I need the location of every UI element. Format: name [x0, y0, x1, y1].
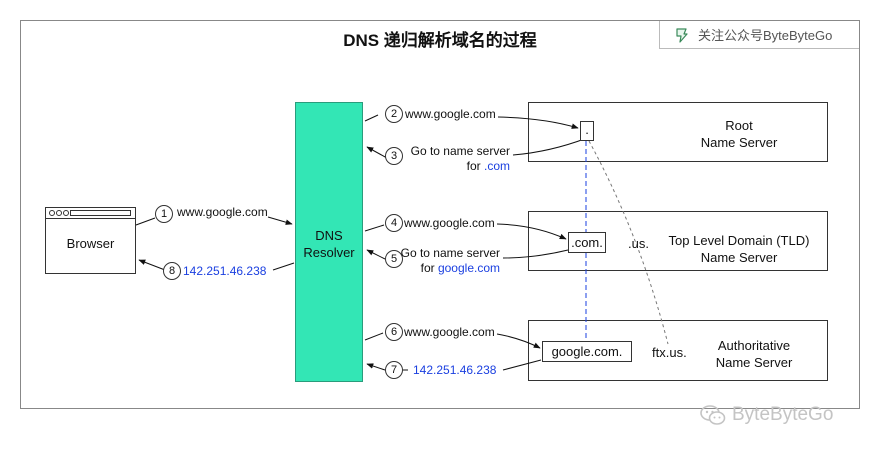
step-3-label-prefix: for — [466, 159, 484, 173]
google-zone-node: google.com. — [542, 341, 632, 362]
step-2-label: www.google.com — [405, 107, 496, 121]
arrow-step-4 — [496, 223, 567, 240]
arrow-step-8 — [138, 259, 166, 271]
step-5-label-domain: google.com — [437, 261, 500, 275]
arrow-step-6-tail — [364, 332, 384, 341]
step-5-label-prefix: for — [420, 261, 438, 275]
us-zone-node: .us. — [628, 236, 649, 251]
arrow-step-1-tip — [267, 216, 293, 225]
step-marker-7: 7 — [385, 361, 403, 379]
ftx-zone-node: ftx.us. — [652, 345, 687, 360]
com-zone-node: .com. — [568, 232, 606, 253]
step-5-label: Go to name server for google.com — [380, 246, 500, 276]
step-5-label-line2: for google.com — [380, 261, 500, 276]
arrow-step-2 — [497, 116, 579, 129]
arrow-step-6 — [496, 333, 541, 349]
arrow-step-4-tail — [364, 224, 385, 232]
arrow-step-7 — [366, 363, 386, 371]
step-8-label: 142.251.46.238 — [183, 264, 267, 278]
step-marker-6: 6 — [385, 323, 403, 341]
step-3-label-domain: .com — [483, 159, 510, 173]
watermark: ByteByteGo — [700, 404, 833, 426]
arrow-step-1 — [135, 217, 156, 226]
arrow-step-3-tail — [512, 137, 588, 156]
step-marker-1: 1 — [155, 205, 173, 223]
step-3-label: Go to name server for .com — [395, 144, 510, 174]
step-marker-8: 8 — [163, 262, 181, 280]
step-7-label: 142.251.46.238 — [413, 363, 497, 377]
arrow-step-5-tail — [502, 249, 569, 259]
wechat-icon — [700, 405, 726, 425]
step-marker-2: 2 — [385, 105, 403, 123]
arrow-step-7-tail — [502, 359, 542, 371]
arrow-step-2-tail — [364, 114, 379, 122]
watermark-text: ByteByteGo — [732, 404, 834, 425]
step-3-label-line1: Go to name server — [410, 144, 510, 158]
step-3-label-line2: for .com — [395, 159, 510, 174]
step-marker-4: 4 — [385, 214, 403, 232]
arrow-step-3 — [366, 146, 388, 159]
step-5-label-line1: Go to name server — [400, 246, 500, 260]
step-1-label: www.google.com — [177, 205, 268, 219]
root-zone-node: . — [580, 121, 594, 141]
arrow-step-8-tail — [272, 262, 295, 271]
step-4-label: www.google.com — [404, 216, 495, 230]
step-6-label: www.google.com — [404, 325, 495, 339]
